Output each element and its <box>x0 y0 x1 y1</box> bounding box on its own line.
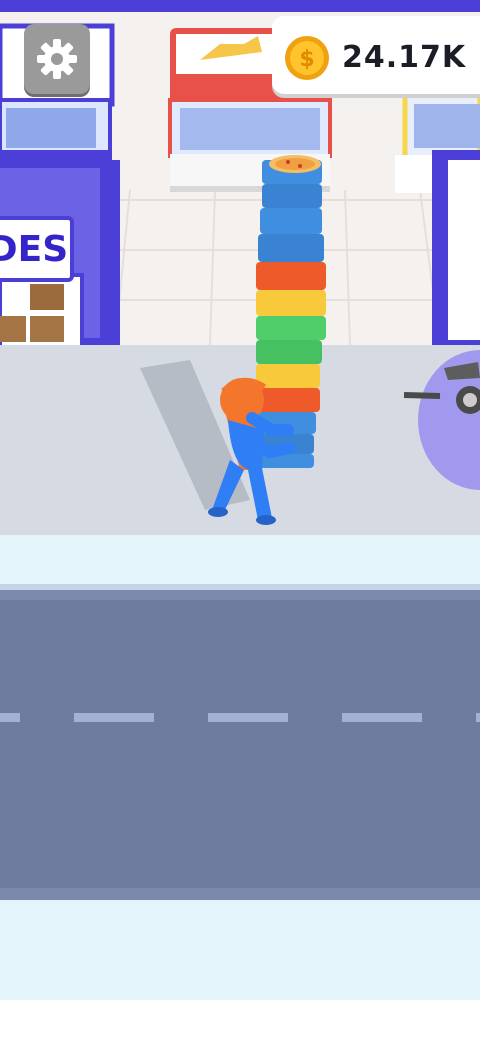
coin-amount: 24.17K <box>342 40 467 75</box>
gear-icon <box>37 39 77 79</box>
svg-text:$: $ <box>299 47 314 72</box>
coin-icon: $ <box>285 36 329 80</box>
game-world[interactable] <box>0 0 480 1038</box>
top-wall <box>0 0 480 12</box>
settings-button[interactable] <box>24 24 90 94</box>
curb-edge <box>0 584 480 590</box>
road-edge-bottom <box>0 888 480 900</box>
road <box>0 590 480 900</box>
store-sign: DES <box>0 216 74 282</box>
road-edge-top <box>0 590 480 600</box>
bottom-margin <box>0 1000 480 1038</box>
sidewalk-bottom <box>0 900 480 1000</box>
coin-counter: $ 24.17K <box>272 16 480 94</box>
game-scene[interactable]: DES $ 24.17K <box>0 0 480 1038</box>
store-sign-text: DES <box>0 228 69 270</box>
store-right <box>432 150 480 345</box>
curb-top <box>0 535 480 585</box>
